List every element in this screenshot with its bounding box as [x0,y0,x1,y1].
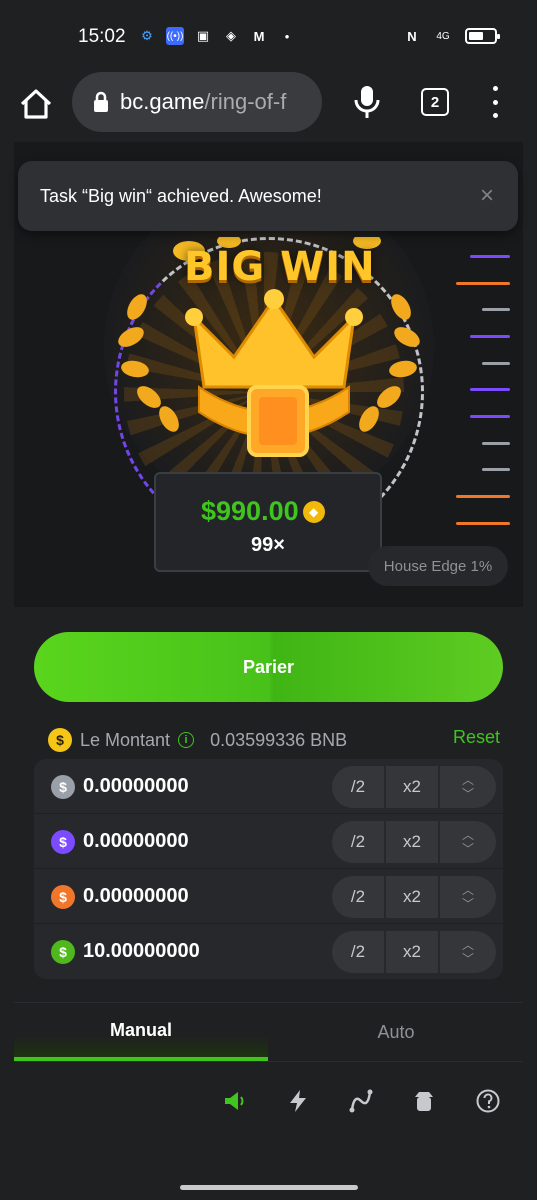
win-multiplier: 99× [251,534,285,556]
stepper-chevron-icon[interactable]: ︿ ﹀ [440,821,496,863]
system-icons: N 4G [403,27,500,45]
double-button[interactable]: x2 [386,931,440,973]
bet-inputs: $ 0.00000000 /2 x2 ︿ ﹀ $ 0.00000000 /2 x2… [34,759,503,979]
status-time: 15:02 [78,26,126,47]
address-bar[interactable]: bc.game/ring-of-f [72,72,322,132]
url-host: bc.game [120,89,205,114]
house-edge-badge[interactable]: House Edge 1% [368,546,508,586]
lock-icon [94,91,108,112]
bet-row-green: $ 10.00000000 /2 x2 ︿ ﹀ [34,924,503,979]
bottom-toolbar [14,1082,523,1122]
dollar-coin-icon: $ [48,728,72,752]
chart-curve-icon[interactable] [348,1088,374,1114]
status-bar: 15:02 ⚙ ((•)) ▣ ◈ M • N 4G [0,0,537,72]
tab-manual[interactable]: Manual [14,1003,268,1061]
green-dollar-icon: $ [51,940,75,964]
microphone-icon[interactable] [352,84,382,120]
gesture-nav-bar[interactable] [180,1185,358,1190]
overflow-menu-icon[interactable] [487,86,503,118]
bet-input-purple[interactable]: 0.00000000 [83,830,189,853]
half-button[interactable]: /2 [332,766,386,808]
big-win-title: BIG WIN [184,244,376,290]
bet-row-gray: $ 0.00000000 /2 x2 ︿ ﹀ [34,759,503,814]
win-result-card: $990.00 ◆ 99× [154,472,382,572]
bet-input-gray[interactable]: 0.00000000 [83,775,189,798]
tab-auto[interactable]: Auto [269,1003,523,1061]
stepper-chevron-icon[interactable]: ︿ ﹀ [440,766,496,808]
binance-icon: ◈ [226,28,236,43]
toast-message: Task “Big win“ achieved. Awesome! [40,185,322,206]
achievement-toast: Task “Big win“ achieved. Awesome! × [18,161,518,231]
bet-row-orange: $ 0.00000000 /2 x2 ︿ ﹀ [34,869,503,924]
double-button[interactable]: x2 [386,821,440,863]
url-path: /ring-of-f [204,89,287,114]
help-icon[interactable] [475,1088,501,1114]
bet-button[interactable]: Parier [34,632,503,702]
win-amount: $990.00 [201,496,299,526]
info-icon[interactable]: i [178,732,195,748]
bet-adjust-group: /2 x2 ︿ ﹀ [332,876,496,918]
double-button[interactable]: x2 [386,766,440,808]
gmail-icon: M [253,28,265,44]
win-amount-row: $990.00 ◆ [201,496,325,527]
double-button[interactable]: x2 [386,876,440,918]
lightning-icon[interactable] [285,1088,311,1114]
bnb-coin-icon: ◆ [302,500,325,523]
bet-input-orange[interactable]: 0.00000000 [83,885,189,908]
close-icon[interactable]: × [480,182,494,210]
orange-dollar-icon: $ [51,885,75,909]
fairness-icon[interactable] [411,1088,437,1114]
amount-label: Le Montant [80,729,171,750]
bet-adjust-group: /2 x2 ︿ ﹀ [332,931,496,973]
half-button[interactable]: /2 [332,876,386,918]
bet-adjust-group: /2 x2 ︿ ﹀ [332,766,496,808]
settings-gear-icon: ⚙ [141,28,153,43]
tab-switcher-button[interactable]: 2 [421,88,449,116]
bet-controls: Parier $ Le Montant i 0.03599336 BNB Res… [14,607,523,1140]
browser-toolbar: bc.game/ring-of-f 2 [0,72,537,142]
purple-dollar-icon: $ [51,830,75,854]
home-icon[interactable] [18,86,54,122]
building-icon: ▣ [196,28,210,43]
half-button[interactable]: /2 [332,821,386,863]
gray-dollar-icon: $ [51,775,75,799]
reset-button[interactable]: Reset [453,727,500,748]
bet-adjust-group: /2 x2 ︿ ﹀ [332,821,496,863]
half-button[interactable]: /2 [332,931,386,973]
bet-input-green[interactable]: 10.00000000 [83,940,200,963]
amount-row: $ Le Montant i 0.03599336 BNB Reset [48,727,500,753]
amount-value: 0.03599336 BNB [210,729,348,750]
sound-icon[interactable] [222,1088,248,1114]
stepper-chevron-icon[interactable]: ︿ ﹀ [440,931,496,973]
bet-row-purple: $ 0.00000000 /2 x2 ︿ ﹀ [34,814,503,869]
signal-icon: 4G [436,30,450,42]
broadcast-app-icon: ((•)) [166,27,184,45]
nfc-icon: N [407,28,417,44]
battery-icon [465,28,500,44]
mode-tabs: Manual Auto [14,1002,523,1062]
dot-icon: • [284,28,290,44]
notification-icons: ⚙ ((•)) ▣ ◈ M • [138,27,296,45]
stepper-chevron-icon[interactable]: ︿ ﹀ [440,876,496,918]
